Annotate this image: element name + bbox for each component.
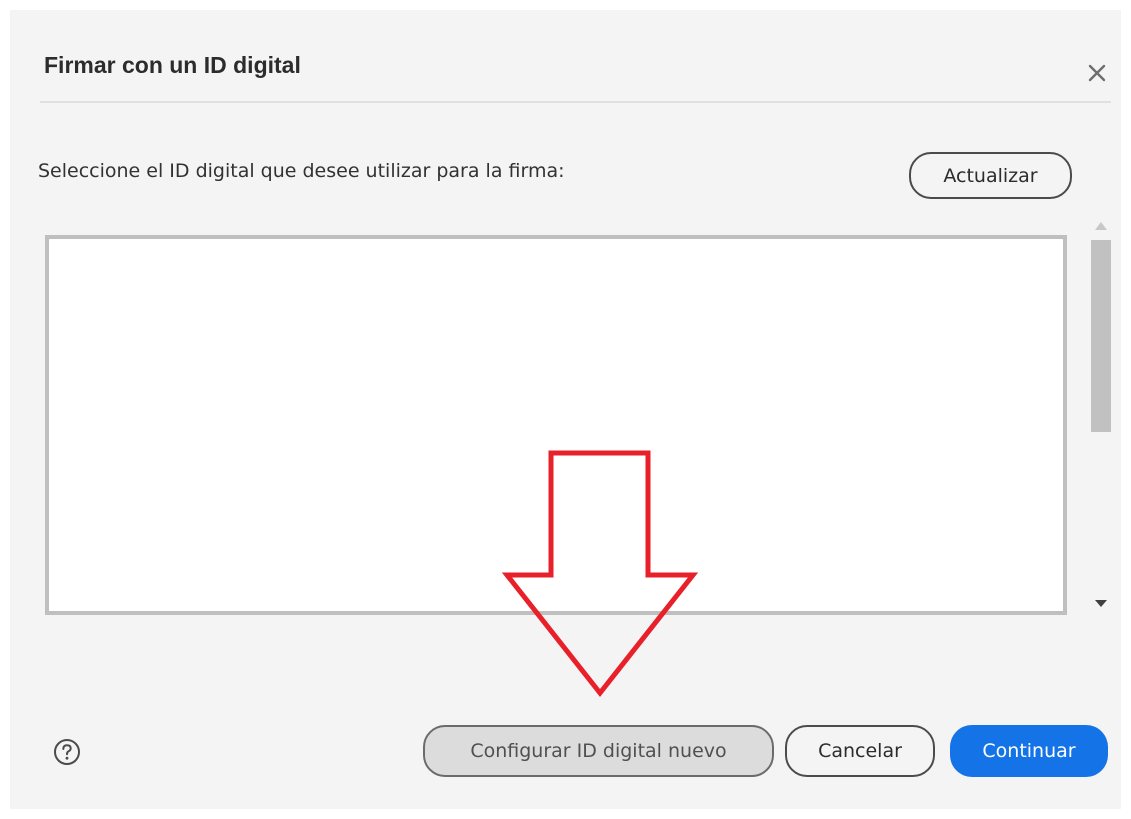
select-prompt: Seleccione el ID digital que desee utili… <box>38 160 565 182</box>
scroll-up-icon[interactable] <box>1095 222 1107 230</box>
scroll-down-icon[interactable] <box>1095 600 1107 607</box>
configure-new-id-button[interactable]: Configurar ID digital nuevo <box>423 725 774 777</box>
title-divider <box>40 101 1111 103</box>
scroll-thumb[interactable] <box>1091 240 1111 432</box>
cancel-button[interactable]: Cancelar <box>785 725 935 777</box>
close-icon[interactable] <box>1082 58 1112 88</box>
continue-button[interactable]: Continuar <box>950 725 1108 777</box>
list-scrollbar[interactable] <box>1090 216 1112 618</box>
sign-dialog: Firmar con un ID digital Seleccione el I… <box>10 10 1121 809</box>
arrow-down-icon <box>501 450 699 698</box>
refresh-button[interactable]: Actualizar <box>909 152 1072 199</box>
dialog-title: Firmar con un ID digital <box>44 52 301 78</box>
help-icon[interactable] <box>52 737 82 767</box>
